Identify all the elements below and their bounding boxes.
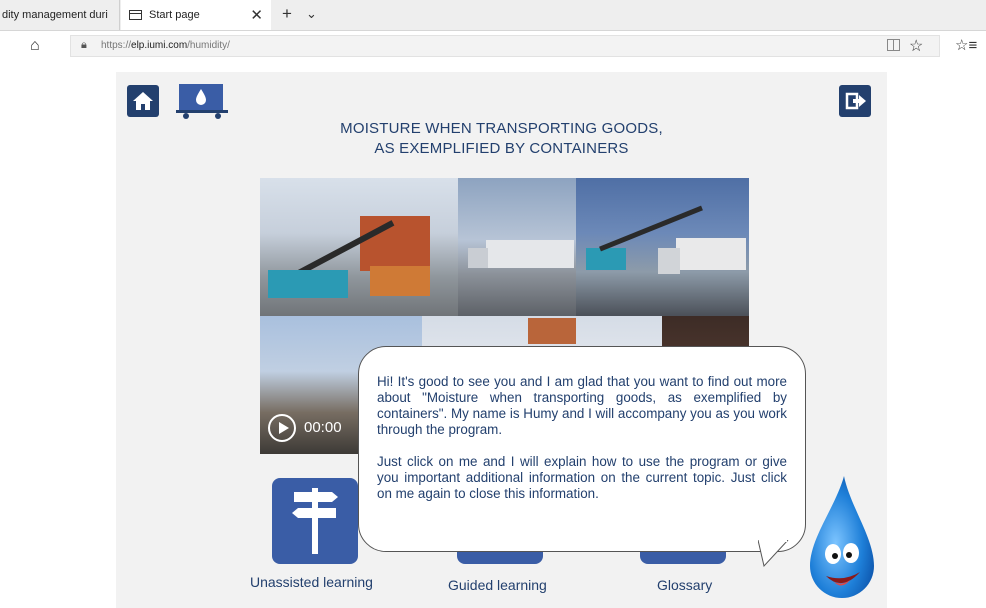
favorite-star-icon[interactable]: ☆ — [909, 36, 923, 56]
favorites-list-icon[interactable]: ☆≡ — [955, 36, 977, 54]
tab-start-page[interactable]: Start page ✕ — [121, 0, 271, 30]
reading-view-icon[interactable] — [887, 39, 900, 51]
bubble-text: Hi! It's good to see you and I am glad t… — [377, 374, 787, 518]
video-time: 00:00 — [304, 419, 342, 436]
browser-home-icon[interactable]: ⌂ — [30, 37, 48, 55]
humy-speech-bubble[interactable]: Hi! It's good to see you and I am glad t… — [358, 346, 806, 552]
exit-button[interactable] — [839, 85, 871, 117]
tab-bar: dity management duri Start page ✕ + ⌄ — [0, 0, 986, 31]
page-title-line-2: AS EXEMPLIFIED BY CONTAINERS — [374, 140, 629, 157]
photo-crane-lifting-truck — [576, 178, 749, 316]
humidity-cart-icon[interactable] — [176, 83, 228, 119]
glossary-label: Glossary — [657, 577, 713, 593]
page-icon — [129, 10, 142, 20]
url-text: https://elp.iumi.com/humidity/ — [101, 40, 230, 51]
exit-icon — [845, 92, 866, 110]
tab-label: Start page — [149, 9, 200, 21]
tab-label: dity management duri — [2, 9, 108, 21]
unassisted-learning-label: Unassisted learning — [250, 574, 373, 590]
photo-truck — [458, 178, 576, 316]
signpost-icon — [292, 488, 338, 554]
close-tab-icon[interactable]: ✕ — [250, 6, 263, 24]
bubble-paragraph-2: Just click on me and I will explain how … — [377, 454, 787, 501]
unassisted-learning-button[interactable] — [272, 478, 358, 564]
play-icon[interactable] — [268, 414, 296, 442]
guided-learning-label: Guided learning — [448, 577, 547, 593]
bubble-paragraph-1: Hi! It's good to see you and I am glad t… — [377, 374, 787, 437]
app-home-button[interactable] — [127, 85, 159, 117]
photo-container-crane — [260, 178, 458, 316]
speech-bubble-tail — [758, 540, 789, 568]
page-title-line-1: MOISTURE WHEN TRANSPORTING GOODS, — [340, 120, 663, 137]
humy-drop-mascot[interactable] — [806, 472, 878, 604]
lock-icon: 🔒︎ — [81, 39, 87, 51]
address-bar[interactable]: 🔒︎ https://elp.iumi.com/humidity/ ☆ — [70, 35, 940, 57]
navigation-bar: ⌂ 🔒︎ https://elp.iumi.com/humidity/ ☆ — [0, 31, 986, 61]
home-icon — [133, 92, 153, 110]
tab-humidity-management[interactable]: dity management duri — [0, 0, 120, 30]
chevron-down-icon[interactable]: ⌄ — [306, 6, 317, 22]
new-tab-icon[interactable]: + — [282, 4, 292, 24]
